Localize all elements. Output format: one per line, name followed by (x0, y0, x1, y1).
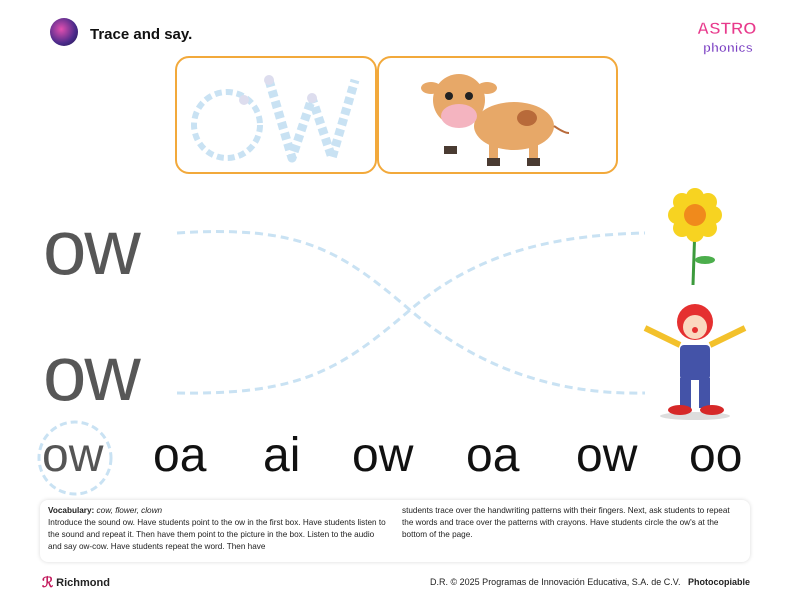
choice-3[interactable]: ai (263, 432, 300, 480)
choice-5[interactable]: oa (466, 432, 519, 480)
notes-col-2: students trace over the handwriting patt… (402, 506, 730, 539)
clown-image (643, 304, 747, 420)
choice-2[interactable]: oa (153, 432, 206, 480)
vocab-label: Vocabulary: (48, 506, 95, 515)
choice-1[interactable]: ow (42, 432, 103, 480)
richmond-logo: ℛ Richmond (42, 574, 110, 591)
row-word-1: ow (43, 203, 141, 291)
vocab-words: cow, flower, clown (96, 506, 163, 515)
richmond-r-icon: ℛ (42, 574, 54, 590)
teacher-notes: Vocabulary: cow, flower, clown Introduce… (40, 500, 750, 562)
brand-name: Richmond (56, 576, 110, 589)
choice-6[interactable]: ow (576, 432, 637, 480)
choice-4[interactable]: ow (352, 432, 413, 480)
choice-7[interactable]: oo (689, 432, 742, 480)
notes-col-1: Introduce the sound ow. Have students po… (48, 518, 386, 551)
copyright-text: D.R. © 2025 Programas de Innovación Educ… (430, 577, 681, 587)
flower-image (668, 188, 722, 286)
footer-copyright: D.R. © 2025 Programas de Innovación Educ… (430, 577, 750, 587)
row-word-2: ow (43, 329, 141, 417)
photocopiable-label: Photocopiable (687, 577, 750, 587)
